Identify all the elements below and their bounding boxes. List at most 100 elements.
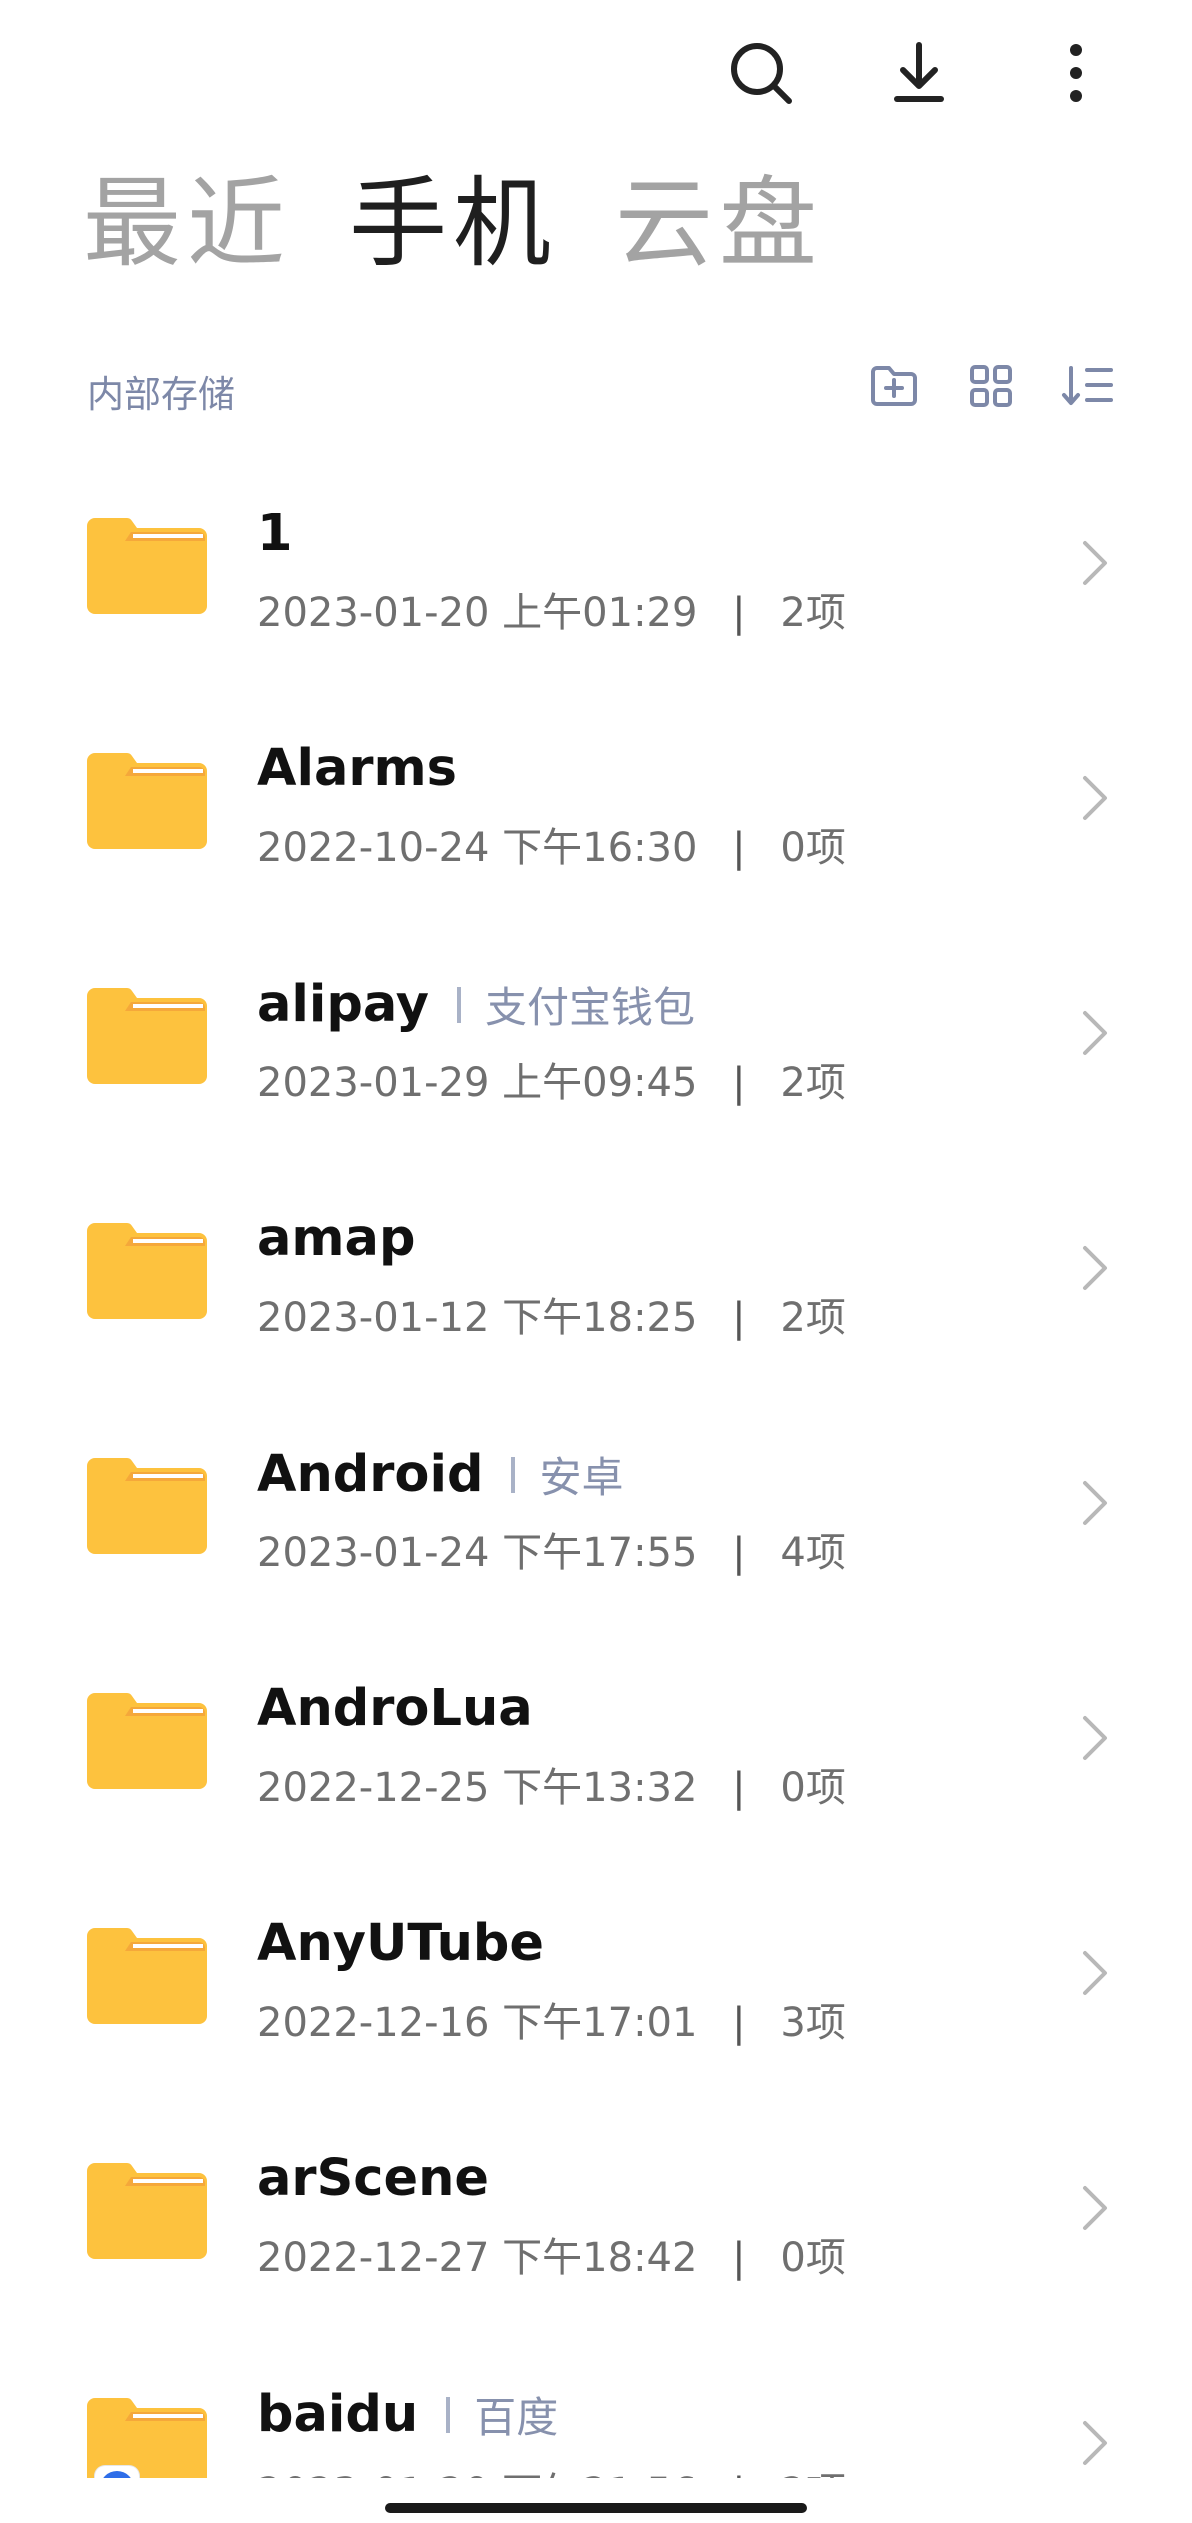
folder-row-anyutube[interactable]: AnyUTube 2022-12-16 下午17:01 | 3项 xyxy=(0,1858,1192,2093)
folder-meta: 2022-12-27 下午18:42 | 0项 xyxy=(257,2225,846,2283)
folder-row-1[interactable]: 1 2023-01-20 上午01:29 | 2项 xyxy=(0,448,1192,683)
folder-name-line: baidu 百度 xyxy=(257,2384,558,2445)
folder-date: 2022-12-25 下午13:32 xyxy=(257,1765,698,1811)
folder-date: 2022-10-24 下午16:30 xyxy=(257,825,698,871)
folder-date: 2023-01-20 下午21:56 xyxy=(257,2470,697,2478)
alias-separator xyxy=(511,1456,516,1493)
folder-meta: 2023-01-20 上午01:29 | 2项 xyxy=(257,580,846,638)
meta-separator: | xyxy=(732,1530,746,1576)
folder-item-count: 4项 xyxy=(780,1530,846,1576)
category-tabs: 最近 手机 云盘 xyxy=(83,175,823,273)
folder-row-baidu[interactable]: baidu 百度 2023-01-20 下午21:56 | 2项 du xyxy=(0,2328,1192,2478)
folder-meta: 2023-01-29 上午09:45 | 2项 xyxy=(257,1050,846,1108)
folder-name: 1 xyxy=(257,504,293,563)
chevron-right-icon xyxy=(1083,1246,1107,1290)
chevron-right-icon xyxy=(1083,1951,1107,1995)
folder-date: 2023-01-20 上午01:29 xyxy=(257,590,698,636)
alias-separator xyxy=(446,2396,451,2433)
folder-name: baidu xyxy=(257,2385,419,2444)
meta-separator: | xyxy=(732,2000,746,2046)
storage-location-label[interactable]: 内部存储 xyxy=(87,364,235,418)
folder-name-line: AnyUTube xyxy=(257,1914,544,1973)
folder-icon xyxy=(87,2163,207,2259)
folder-icon xyxy=(87,1223,207,1319)
chevron-right-icon xyxy=(1083,1011,1107,1055)
folder-name-line: amap xyxy=(257,1209,415,1268)
folder-name: AndroLua xyxy=(257,1679,533,1738)
folder-meta: 2022-12-25 下午13:32 | 0项 xyxy=(257,1755,846,1813)
folder-alias: 支付宝钱包 xyxy=(484,983,695,1032)
new-folder-icon[interactable] xyxy=(864,356,924,416)
folder-date: 2022-12-16 下午17:01 xyxy=(257,2000,698,2046)
folder-name-line: Android 安卓 xyxy=(257,1444,623,1505)
folder-alias: 百度 xyxy=(474,2393,559,2442)
folder-item-count: 3项 xyxy=(780,2000,846,2046)
tab-recent[interactable]: 最近 xyxy=(83,175,291,273)
folder-name: arScene xyxy=(257,2149,490,2208)
file-list[interactable]: 1 2023-01-20 上午01:29 | 2项 Alarms 2022-10… xyxy=(0,448,1192,2478)
meta-separator: | xyxy=(732,1295,746,1341)
alias-separator xyxy=(456,986,461,1023)
folder-item-count: 0项 xyxy=(780,825,846,871)
meta-separator: | xyxy=(732,825,746,871)
folder-meta: 2022-12-16 下午17:01 | 3项 xyxy=(257,1990,846,2048)
meta-separator: | xyxy=(732,1765,746,1811)
grid-view-icon[interactable] xyxy=(961,356,1021,416)
folder-name: Android xyxy=(257,1445,484,1504)
folder-name: alipay xyxy=(257,975,429,1034)
folder-date: 2023-01-24 下午17:55 xyxy=(257,1530,698,1576)
folder-row-amap[interactable]: amap 2023-01-12 下午18:25 | 2项 xyxy=(0,1153,1192,1388)
folder-meta: 2023-01-20 下午21:56 | 2项 xyxy=(257,2460,846,2478)
folder-row-android[interactable]: Android 安卓 2023-01-24 下午17:55 | 4项 xyxy=(0,1388,1192,1623)
chevron-right-icon xyxy=(1083,1481,1107,1525)
download-icon[interactable] xyxy=(874,28,964,118)
meta-separator: | xyxy=(732,590,746,636)
folder-row-alarms[interactable]: Alarms 2022-10-24 下午16:30 | 0项 xyxy=(0,683,1192,918)
baidu-paw-icon: du xyxy=(95,2466,139,2478)
chevron-right-icon xyxy=(1083,1716,1107,1760)
folder-item-count: 2项 xyxy=(780,1060,846,1106)
folder-icon xyxy=(87,988,207,1084)
folder-item-count: 0项 xyxy=(780,1765,846,1811)
folder-name-line: Alarms xyxy=(257,739,457,798)
storage-header: 内部存储 xyxy=(87,356,1113,418)
folder-icon xyxy=(87,1928,207,2024)
folder-icon xyxy=(87,1693,207,1789)
folder-item-count: 2项 xyxy=(780,590,846,636)
baidu-logo-text: du xyxy=(100,2471,134,2478)
folder-item-count: 2项 xyxy=(780,2470,845,2478)
chevron-right-icon xyxy=(1083,541,1107,585)
folder-icon xyxy=(87,518,207,614)
chevron-right-icon xyxy=(1083,776,1107,820)
meta-separator: | xyxy=(732,2470,745,2478)
folder-item-count: 0项 xyxy=(780,2235,846,2281)
folder-name-line: arScene xyxy=(257,2149,489,2208)
tab-phone[interactable]: 手机 xyxy=(349,175,557,273)
folder-date: 2022-12-27 下午18:42 xyxy=(257,2235,698,2281)
more-vertical-icon[interactable] xyxy=(1031,28,1121,118)
folder-date: 2023-01-29 上午09:45 xyxy=(257,1060,698,1106)
sort-icon[interactable] xyxy=(1058,356,1118,416)
folder-icon xyxy=(87,753,207,849)
folder-date: 2023-01-12 下午18:25 xyxy=(257,1295,698,1341)
folder-row-androlua[interactable]: AndroLua 2022-12-25 下午13:32 | 0项 xyxy=(0,1623,1192,1858)
home-indicator[interactable] xyxy=(385,2503,807,2513)
folder-name-line: AndroLua xyxy=(257,1679,533,1738)
folder-name-line: 1 xyxy=(257,504,293,563)
folder-name-line: alipay 支付宝钱包 xyxy=(257,974,695,1035)
folder-meta: 2022-10-24 下午16:30 | 0项 xyxy=(257,815,846,873)
folder-icon xyxy=(87,1458,207,1554)
folder-name: AnyUTube xyxy=(257,1914,545,1973)
tab-cloud[interactable]: 云盘 xyxy=(615,175,823,273)
meta-separator: | xyxy=(732,2235,746,2281)
chevron-right-icon xyxy=(1083,2186,1107,2230)
search-icon[interactable] xyxy=(716,28,806,118)
folder-row-arscene[interactable]: arScene 2022-12-27 下午18:42 | 0项 xyxy=(0,2093,1192,2328)
folder-name: amap xyxy=(257,1209,416,1268)
top-toolbar xyxy=(0,28,1192,118)
folder-row-alipay[interactable]: alipay 支付宝钱包 2023-01-29 上午09:45 | 2项 xyxy=(0,918,1192,1153)
chevron-right-icon xyxy=(1083,2421,1107,2465)
folder-meta: 2023-01-12 下午18:25 | 2项 xyxy=(257,1285,846,1343)
meta-separator: | xyxy=(732,1060,746,1106)
folder-alias: 安卓 xyxy=(539,1453,624,1502)
